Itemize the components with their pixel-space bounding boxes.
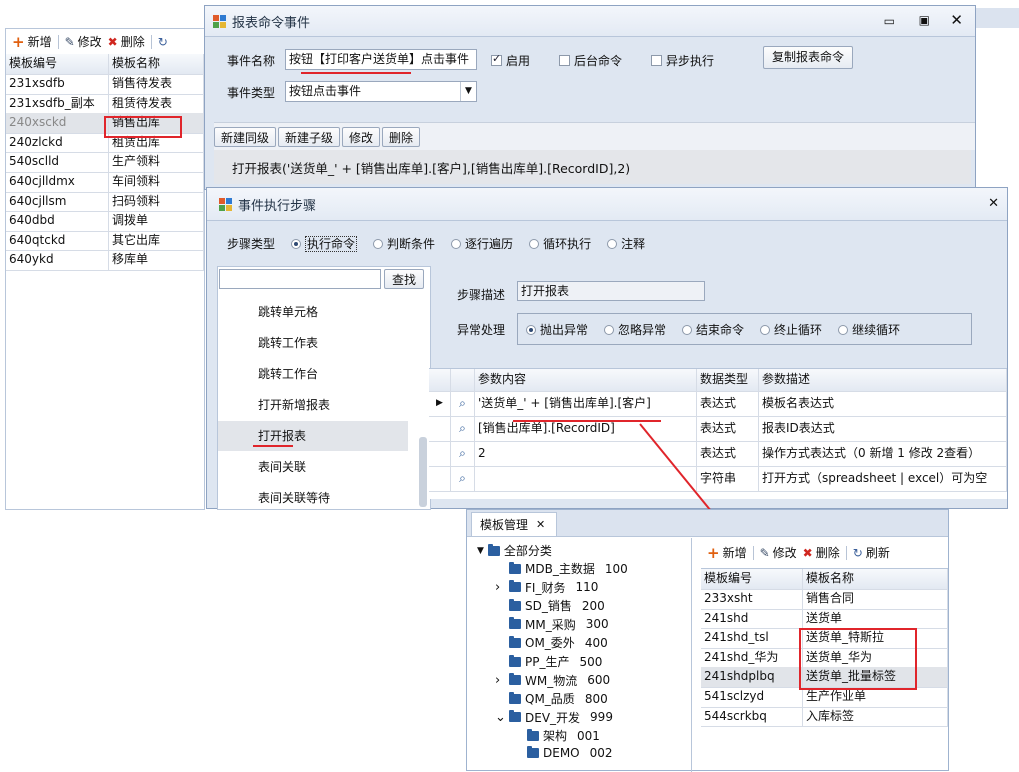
tab-strip: 模板管理 ✕ — [467, 510, 948, 537]
tree-item[interactable]: 架构 001 — [527, 727, 600, 744]
tree-item[interactable]: MM_采购 300 — [495, 616, 609, 633]
refresh-icon: ↻ — [852, 545, 863, 560]
delete-icon: ✖ — [802, 545, 813, 560]
tpl-add-button[interactable]: + 新增 — [707, 544, 747, 561]
folder-icon — [527, 746, 539, 758]
chevron-down-icon: ▼ — [477, 545, 484, 556]
tpl-refresh-button[interactable]: ↻ 刷新 — [853, 544, 890, 561]
tree-item[interactable]: QM_品质 800 — [495, 690, 608, 707]
folder-icon — [509, 673, 521, 686]
tpl-delete-button[interactable]: ✖ 删除 — [803, 544, 840, 561]
folder-icon — [487, 543, 500, 556]
folder-icon — [509, 617, 521, 630]
template-management-window: 模板管理 ✕ ▼ 全部分类 MDB_主数据 100 › FI_财务 110 SD_销售 20… — [466, 509, 949, 772]
tpl-grid-header: 模板编号 模板名称 — [701, 569, 948, 590]
tree-item[interactable]: PP_生产 500 — [495, 653, 602, 670]
tree-item[interactable]: SD_销售 200 — [495, 597, 605, 614]
expand-chevron-icon[interactable]: › — [495, 673, 505, 688]
folder-icon — [509, 654, 521, 667]
expand-chevron-icon[interactable]: › — [495, 580, 505, 595]
table-row[interactable]: 241shd 送货单 — [701, 608, 948, 630]
folder-icon — [509, 580, 521, 593]
folder-icon — [509, 710, 521, 723]
folder-icon — [509, 691, 521, 704]
folder-icon — [509, 598, 521, 611]
category-tree: ▼ 全部分类 MDB_主数据 100 › FI_财务 110 SD_销售 200 MM_采购 3… — [471, 538, 692, 772]
tree-item[interactable]: OM_委外 400 — [495, 634, 608, 651]
pencil-icon: ✎ — [759, 545, 770, 560]
tree-root[interactable]: ▼ 全部分类 — [477, 542, 552, 559]
tree-item[interactable]: › WM_物流 600 — [495, 672, 610, 689]
close-tab-icon[interactable]: ✕ — [536, 518, 545, 531]
tree-item[interactable]: MDB_主数据 100 — [495, 560, 628, 577]
tree-item[interactable]: ⌄ DEV_开发 999 — [495, 709, 613, 726]
table-row[interactable]: 233xsht 销售合同 — [701, 589, 948, 610]
annotation-box-delivery — [799, 628, 917, 690]
tree-item[interactable]: › FI_财务 110 — [495, 579, 598, 596]
plus-icon: + — [707, 543, 720, 562]
tpl-edit-button[interactable]: ✎ 修改 — [760, 544, 797, 561]
table-row[interactable]: 541sclzyd 生产作业单 — [701, 687, 948, 708]
tpl-toolbar: + 新增 ✎ 修改 ✖ 删除 ↻ 刷新 — [707, 544, 890, 561]
folder-icon — [527, 728, 539, 741]
table-row[interactable]: 544scrkbq 入库标签 — [701, 706, 948, 728]
folder-icon — [509, 561, 521, 574]
tab-template-management[interactable]: 模板管理 ✕ — [471, 512, 557, 536]
tree-item[interactable]: DEMO 002 — [527, 746, 613, 760]
folder-icon — [509, 635, 521, 648]
expand-chevron-icon[interactable]: ⌄ — [495, 710, 506, 725]
